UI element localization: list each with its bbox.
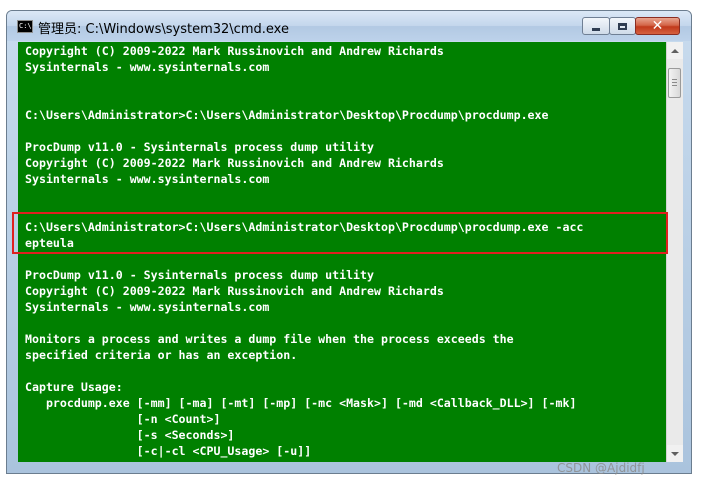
arrow-down-icon [671,451,679,456]
window-title: 管理员: C:\Windows\system32\cmd.exe [38,22,289,37]
console-line: ProcDump v11.0 - Sysinternals process du… [25,268,375,282]
scroll-thumb[interactable] [668,68,681,98]
console-line: [-s <Seconds>] [25,428,235,442]
scroll-down-button[interactable] [667,445,683,462]
grip-line [672,79,677,80]
console-line: ProcDump v11.0 - Sysinternals process du… [25,140,375,154]
console-line: procdump.exe [-mm] [-ma] [-mt] [-mp] [-m… [25,396,577,410]
console-line: Monitors a process and writes a dump fil… [25,332,514,346]
console-line: C:\Users\Administrator>C:\Users\Administ… [25,220,584,234]
grip-line [672,85,677,86]
console-line: C:\Users\Administrator>C:\Users\Administ… [25,108,549,122]
console-line: Capture Usage: [25,380,123,394]
minimize-icon [592,27,600,31]
console-line: Sysinternals - www.sysinternals.com [25,172,270,186]
console-line: Copyright (C) 2009-2022 Mark Russinovich… [25,156,444,170]
arrow-up-icon [671,48,679,53]
desktop-background: C:\ 管理员: C:\Windows\system32\cmd.exe ✕ C… [0,0,706,484]
console-line: Sysinternals - www.sysinternals.com [25,300,270,314]
console-line: Copyright (C) 2009-2022 Mark Russinovich… [25,44,444,58]
console-lines: Copyright (C) 2009-2022 Mark Russinovich… [25,43,583,459]
console-line: [-c|-cl <CPU_Usage> [-u]] [25,444,312,458]
vertical-scrollbar[interactable] [666,42,683,462]
console-line: [-n <Count>] [25,412,221,426]
close-icon: ✕ [651,18,664,34]
title-bar[interactable]: C:\ 管理员: C:\Windows\system32\cmd.exe ✕ [7,11,691,41]
close-button[interactable]: ✕ [635,17,680,35]
cmd-console-icon[interactable]: C:\ [17,20,33,33]
console-line: Sysinternals - www.sysinternals.com [25,60,270,74]
grip-line [672,82,677,83]
watermark: CSDN @Ajdidfj [557,461,645,475]
scroll-up-button[interactable] [667,42,683,59]
cmd-window: C:\ 管理员: C:\Windows\system32\cmd.exe ✕ C… [6,10,692,474]
console-line: epteula [25,236,74,250]
console-line: Copyright (C) 2009-2022 Mark Russinovich… [25,284,444,298]
console-line: specified criteria or has an exception. [25,348,298,362]
maximize-icon [618,22,627,30]
maximize-button[interactable] [609,17,636,35]
console-output-area[interactable]: Copyright (C) 2009-2022 Mark Russinovich… [18,42,666,462]
minimize-button[interactable] [582,17,610,35]
